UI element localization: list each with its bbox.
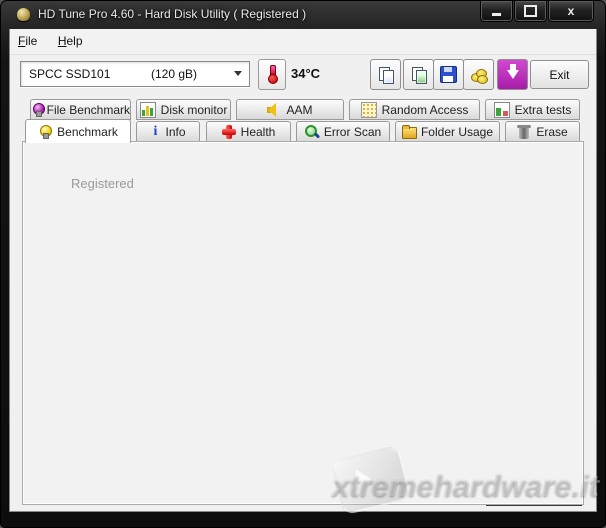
thermometer-icon xyxy=(269,65,275,84)
health-cross-icon xyxy=(222,125,236,139)
temperature-value: 34°C xyxy=(291,66,320,81)
tab-label: Benchmark xyxy=(57,125,118,139)
random-access-icon xyxy=(361,102,377,118)
tab-label: Info xyxy=(165,125,185,139)
tab-disk-monitor[interactable]: Disk monitor xyxy=(136,99,231,120)
tab-label: Error Scan xyxy=(324,125,381,139)
tab-aam[interactable]: AAM xyxy=(236,99,344,120)
save-button[interactable] xyxy=(433,59,464,90)
maximize-button[interactable] xyxy=(514,1,547,22)
app-icon xyxy=(17,8,30,21)
capture-button[interactable] xyxy=(463,59,494,90)
down-arrow-icon xyxy=(507,70,519,79)
close-icon: x xyxy=(568,5,575,17)
exit-button[interactable]: Exit xyxy=(530,60,589,89)
copy-icon xyxy=(379,67,393,83)
tab-erase[interactable]: Erase xyxy=(505,121,580,142)
maximize-icon xyxy=(524,5,537,17)
menu-bar: File Help xyxy=(10,29,596,55)
toolbar: SPCC SSD101 (120 gB) 34°C Exit xyxy=(10,55,596,98)
file-benchmark-icon xyxy=(31,103,42,117)
temperature-button[interactable] xyxy=(258,59,286,90)
benchmark-icon xyxy=(38,125,52,139)
minimize-icon xyxy=(492,13,501,16)
drive-capacity: (120 gB) xyxy=(151,67,197,81)
hd-tune-window: HD Tune Pro 4.60 - Hard Disk Utility ( R… xyxy=(0,0,606,528)
magnifier-icon xyxy=(305,125,319,139)
extra-tests-icon xyxy=(494,102,510,118)
update-button[interactable] xyxy=(497,59,528,90)
drive-selector[interactable]: SPCC SSD101 (120 gB) xyxy=(20,61,250,87)
tab-benchmark[interactable]: Benchmark xyxy=(25,119,131,143)
tab-random-access[interactable]: Random Access xyxy=(349,99,480,120)
speaker-icon xyxy=(267,103,281,117)
copy-button[interactable] xyxy=(370,59,401,90)
tab-health[interactable]: Health xyxy=(206,121,291,142)
tab-label: Folder Usage xyxy=(421,125,493,139)
tab-file-benchmark[interactable]: File Benchmark xyxy=(30,99,131,120)
menu-file[interactable]: File xyxy=(10,29,45,52)
tab-label: Health xyxy=(241,125,276,139)
info-icon: i xyxy=(150,125,160,139)
window-title: HD Tune Pro 4.60 - Hard Disk Utility ( R… xyxy=(38,7,306,21)
close-button[interactable]: x xyxy=(548,1,594,22)
trash-icon xyxy=(517,125,531,139)
tab-folder-usage[interactable]: Folder Usage xyxy=(395,121,500,142)
tab-extra-tests[interactable]: Extra tests xyxy=(485,99,580,120)
menu-help[interactable]: Help xyxy=(50,29,91,52)
benchmark-page xyxy=(22,141,584,505)
tab-label: Extra tests xyxy=(515,103,572,117)
folder-icon xyxy=(402,125,416,139)
registered-watermark: Registered xyxy=(71,176,134,191)
save-icon xyxy=(440,66,457,83)
disk-monitor-icon xyxy=(140,102,156,118)
chevron-down-icon xyxy=(234,71,242,76)
copy-image-icon xyxy=(412,67,426,83)
tab-label: Random Access xyxy=(382,103,469,117)
title-bar[interactable]: HD Tune Pro 4.60 - Hard Disk Utility ( R… xyxy=(0,0,606,29)
copy-image-button[interactable] xyxy=(403,59,434,90)
tab-info[interactable]: i Info xyxy=(136,121,200,142)
minimize-button[interactable] xyxy=(480,1,513,22)
capture-icon xyxy=(471,68,487,82)
tab-error-scan[interactable]: Error Scan xyxy=(296,121,390,142)
tab-label: AAM xyxy=(286,103,312,117)
tab-label: Disk monitor xyxy=(161,103,228,117)
tab-label: Erase xyxy=(536,125,567,139)
tab-label: File Benchmark xyxy=(47,103,130,117)
drive-model: SPCC SSD101 xyxy=(29,67,110,81)
